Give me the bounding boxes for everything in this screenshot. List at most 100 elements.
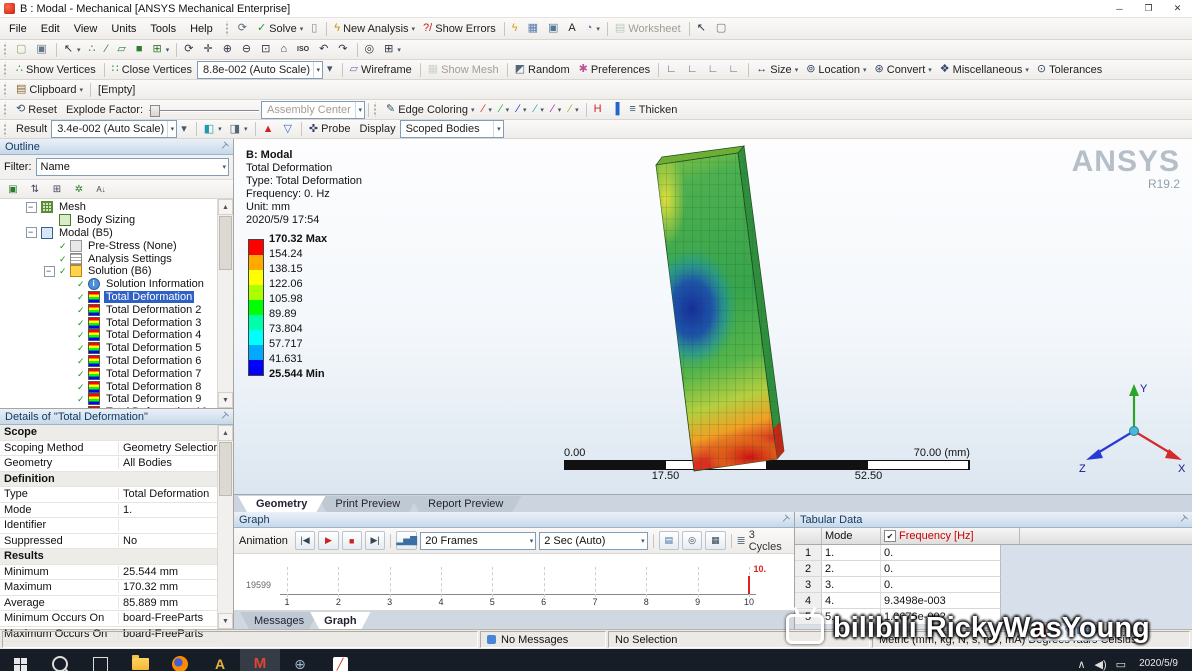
tree-item[interactable]: Modal (B5) <box>0 226 217 240</box>
tree-item[interactable]: ✓ Pre-Stress (None) <box>0 239 217 252</box>
separator[interactable] <box>606 21 608 36</box>
flash-icon[interactable]: ϟ <box>508 19 524 38</box>
edge-coloring-button[interactable]: ✎ Edge Coloring ▾ <box>382 100 478 119</box>
size-button[interactable]: ↔ Size ▾ <box>752 60 802 79</box>
bar-icon[interactable]: ▐ <box>608 100 626 119</box>
result-label[interactable]: Result <box>12 121 51 138</box>
app-a-button[interactable]: A <box>200 649 240 671</box>
extend-selection-icon[interactable]: ⊞ ▾ <box>149 40 174 59</box>
mode-column-header[interactable]: Mode <box>822 528 881 544</box>
expand-all-icon[interactable]: ⊞ <box>47 181 67 198</box>
frames-select[interactable]: 20 Frames ▾ <box>420 531 537 550</box>
toolbar-grip[interactable] <box>225 21 230 36</box>
details-row[interactable]: Mode 1. <box>0 503 217 518</box>
scroll-thumb[interactable] <box>219 216 232 270</box>
separator[interactable] <box>341 62 343 77</box>
refresh-data-icon[interactable]: ⟳ <box>234 19 253 38</box>
coordinate-triad[interactable]: Y X Z <box>1074 379 1189 484</box>
file-explorer-button[interactable] <box>120 649 160 671</box>
minimize-button[interactable]: ─ <box>1105 0 1134 17</box>
pan-icon[interactable]: ✛ <box>199 40 218 59</box>
skip-end-button[interactable]: ▶| <box>364 531 386 550</box>
workbench-app-button[interactable]: ╱ <box>320 649 360 671</box>
chart-icon[interactable]: ◔ ▾ <box>582 19 604 38</box>
tree-item[interactable]: ✓ Total Deformation 5 <box>0 342 217 355</box>
assembly-center-combo[interactable]: Assembly Center ▾ <box>261 100 366 119</box>
tabular-row[interactable]: 4 4. 9.3498e-003 <box>795 593 1001 609</box>
worksheet-button[interactable]: ▤ Worksheet <box>611 19 686 38</box>
tree-expander-icon[interactable] <box>44 265 55 277</box>
details-row[interactable]: Geometry All Bodies <box>0 456 217 472</box>
tree-item[interactable]: ✓ Total Deformation <box>0 290 217 304</box>
tree-expander-icon[interactable] <box>26 226 37 239</box>
browser-globe-button[interactable]: ⊕ <box>280 649 320 671</box>
tree-item[interactable]: ✓ Total Deformation 6 <box>0 354 217 368</box>
tree-item[interactable]: ✓ Solution Information <box>0 278 217 291</box>
filter-name-select[interactable]: Name ▾ <box>35 158 229 176</box>
search-button[interactable] <box>40 649 80 671</box>
result-scale-combo[interactable]: 3.4e-002 (Auto Scale) ▾ <box>51 120 178 138</box>
tab-print-preview[interactable]: Print Preview <box>317 496 418 512</box>
deformed-model[interactable] <box>632 139 842 489</box>
tabular-row[interactable]: 3 3. 0. <box>795 577 1001 593</box>
play-button[interactable]: ▶ <box>318 531 339 550</box>
cycles-control[interactable]: ≣ 3 Cycles <box>737 529 789 553</box>
tree-scrollbar[interactable]: ▲ ▼ <box>217 199 233 408</box>
scroll-up-icon[interactable]: ▲ <box>218 199 233 215</box>
separator[interactable] <box>103 62 105 77</box>
pin-icon[interactable]: ⊤ <box>217 410 231 423</box>
details-scrollbar[interactable]: ▲ ▼ <box>217 425 233 629</box>
menu-item[interactable]: Tools <box>144 22 182 36</box>
menu-item[interactable]: Help <box>184 22 219 36</box>
details-row[interactable]: Type Total Deformation <box>0 487 217 503</box>
vertex-filter-icon[interactable]: ∴ <box>85 40 102 59</box>
edge-direction-icon[interactable]: ∟ <box>725 60 746 79</box>
face-filter-icon[interactable]: ▱ <box>113 40 131 59</box>
tree-item[interactable]: ✓ Total Deformation 2 <box>0 303 217 316</box>
tree-go-icon[interactable]: ▣ <box>3 181 23 198</box>
edge-type-icon[interactable]: ∕ ▾ <box>531 100 548 119</box>
hidden-icons-chevron[interactable]: ∧ <box>1077 658 1085 671</box>
show-vertices-button[interactable]: ∴ Show Vertices <box>12 60 101 79</box>
pin-icon[interactable]: ⊤ <box>1176 513 1190 526</box>
grid-view-icon[interactable]: ▦ <box>524 19 544 38</box>
details-row[interactable]: Suppressed No <box>0 534 217 549</box>
scroll-thumb[interactable] <box>219 442 232 496</box>
tree-item[interactable]: ✓ Total Deformation 7 <box>0 367 217 380</box>
magnifier-icon[interactable]: ◎ <box>361 40 381 59</box>
solve-button[interactable]: ✓ Solve ▾ <box>253 19 307 38</box>
vertex-scale-combo[interactable]: 8.8e-002 (Auto Scale) ▾ <box>197 60 324 79</box>
separator[interactable] <box>503 21 505 36</box>
start-button[interactable] <box>0 649 40 671</box>
toolbar-grip[interactable] <box>4 102 8 117</box>
tabular-row[interactable]: 1 1. 0. <box>795 545 1001 561</box>
separator[interactable] <box>419 62 421 77</box>
body-filter-icon[interactable]: ■ <box>132 40 149 59</box>
zoom-fit-icon[interactable]: ⌂ <box>276 40 293 59</box>
details-row[interactable]: Definition <box>0 471 217 487</box>
scale-menu-icon[interactable]: ▾ <box>177 120 193 139</box>
new-analysis-button[interactable]: ϟ New Analysis ▾ <box>330 19 419 38</box>
zoom-in-icon[interactable]: ⊕ <box>219 40 238 59</box>
details-row[interactable]: Scoping Method Geometry Selection <box>0 441 217 456</box>
interrupt-icon[interactable]: ▯ <box>307 19 323 38</box>
separator[interactable] <box>688 21 690 36</box>
bar-chart-icon[interactable]: ▂▅▇ <box>396 531 418 550</box>
tree-item[interactable]: ✓ Solution (B6) <box>0 265 217 278</box>
edge-direction-icon[interactable]: ∟ <box>683 60 704 79</box>
separator[interactable] <box>55 42 57 57</box>
taskbar-clock[interactable]: 2020/5/9 <box>1135 658 1182 670</box>
tree-item[interactable]: Mesh <box>0 201 217 214</box>
edge-direction-icon[interactable]: ∟ <box>704 60 725 79</box>
separator[interactable] <box>90 82 92 97</box>
time-marker[interactable] <box>748 576 750 594</box>
separator[interactable] <box>326 21 328 36</box>
edges-style-icon[interactable]: ◨ ▾ <box>226 120 252 139</box>
prev-view-icon[interactable]: ↶ <box>315 40 334 59</box>
animation-timeline[interactable]: 19599 1 2 3 4 5 6 7 8 9 10 10. <box>234 554 794 611</box>
iso-view-icon[interactable]: ISO <box>293 40 315 59</box>
checkbox-checked-icon[interactable]: ✔ <box>884 530 896 542</box>
task-view-button[interactable] <box>80 649 120 671</box>
tree-item[interactable]: ✓ Total Deformation 3 <box>0 316 217 329</box>
toolbar-grip[interactable] <box>4 121 8 137</box>
